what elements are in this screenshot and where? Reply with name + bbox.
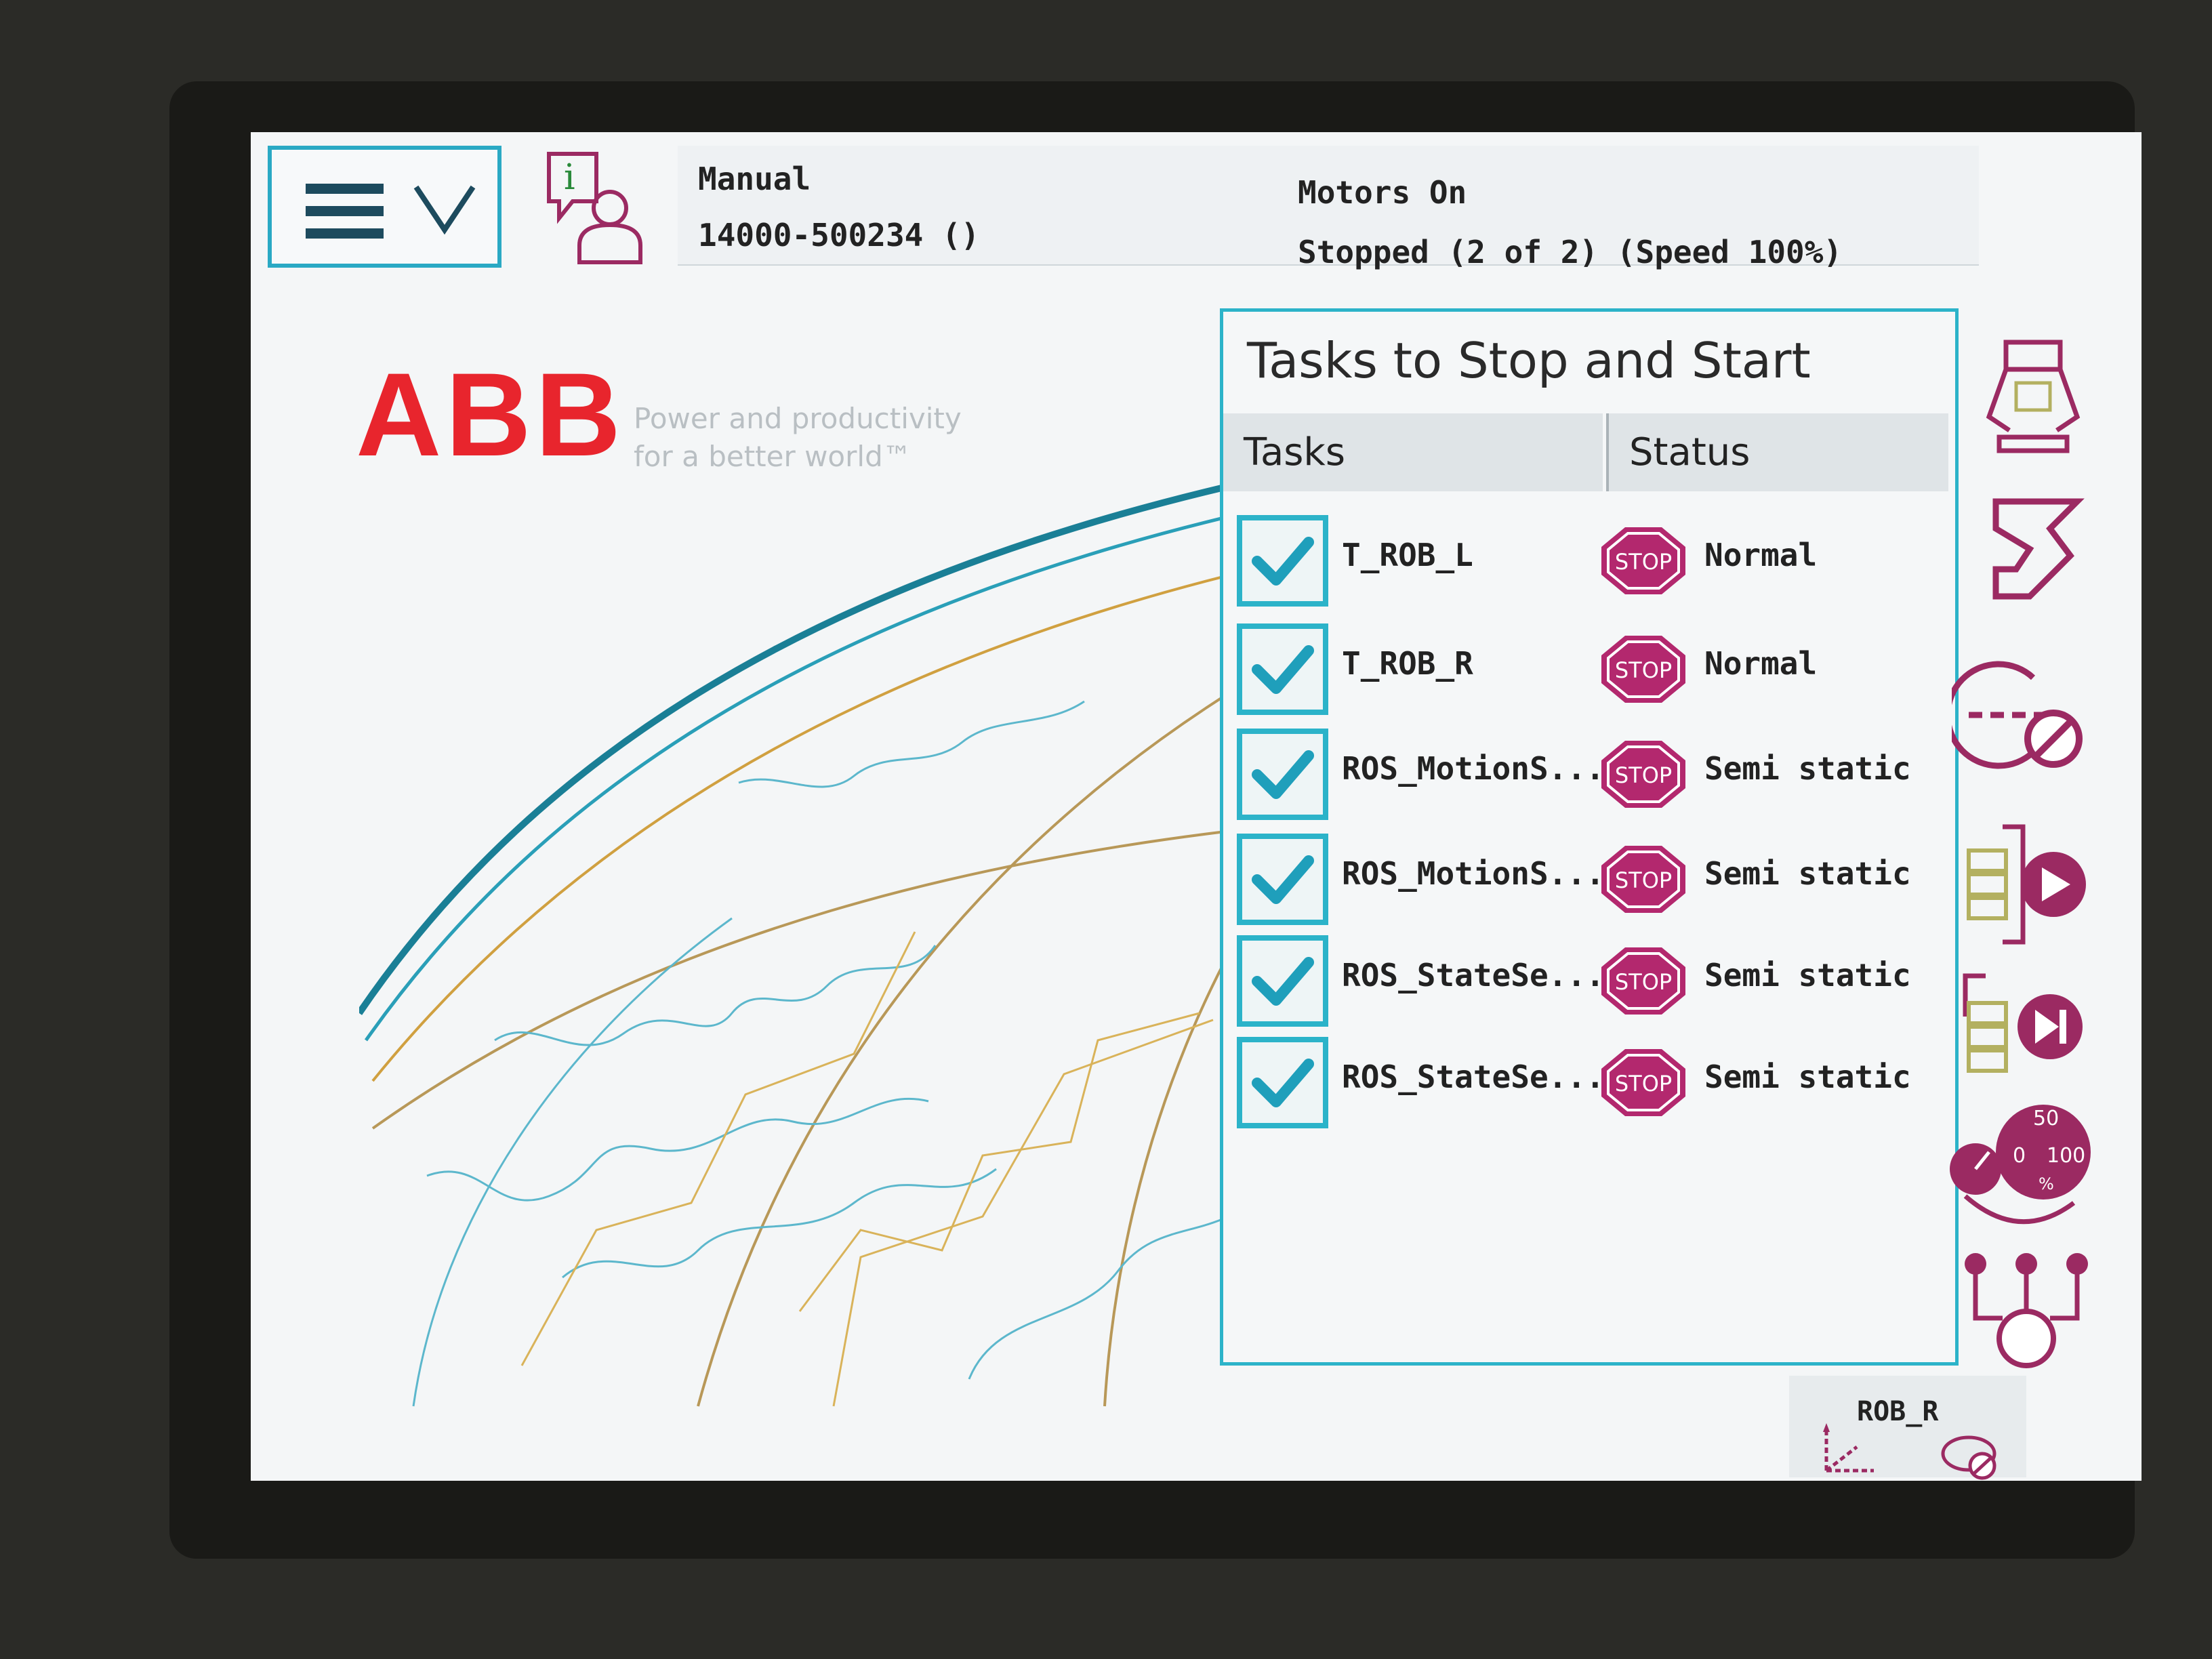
chevron-down-icon <box>413 185 476 235</box>
task-row[interactable]: T_ROB_R STOP Normal <box>1237 623 1942 715</box>
stop-icon[interactable]: STOP <box>1599 844 1687 915</box>
task-status: Semi static <box>1704 1059 1911 1095</box>
task-row[interactable]: ROS_MotionS... STOP Semi static <box>1237 834 1942 925</box>
checkmark-icon <box>1252 1059 1314 1107</box>
task-name: T_ROB_R <box>1342 645 1473 682</box>
task-status: Normal <box>1704 537 1818 573</box>
status-bar[interactable]: Manual 14000-500234 () Motors On Stopped… <box>678 146 1979 270</box>
run-button[interactable] <box>1955 817 2091 952</box>
task-checkbox[interactable] <box>1237 623 1328 715</box>
svg-text:%: % <box>2039 1174 2054 1193</box>
task-row[interactable]: ROS_StateSe... STOP Semi static <box>1237 1037 1942 1128</box>
svg-text:100: 100 <box>2047 1144 2085 1168</box>
svg-text:STOP: STOP <box>1615 1071 1672 1097</box>
task-checkbox[interactable] <box>1237 729 1328 820</box>
task-checkbox[interactable] <box>1237 515 1328 607</box>
motors-state: Motors On <box>1298 174 1467 211</box>
task-name: T_ROB_L <box>1342 537 1473 573</box>
stop-icon[interactable]: STOP <box>1599 945 1687 1017</box>
task-status: Normal <box>1704 645 1818 682</box>
checkmark-icon <box>1252 750 1314 799</box>
task-status: Semi static <box>1704 855 1911 892</box>
run-mode-button[interactable] <box>1952 661 2087 790</box>
svg-text:STOP: STOP <box>1615 867 1672 893</box>
task-name: ROS_StateSe... <box>1342 1059 1605 1095</box>
svg-text:STOP: STOP <box>1615 657 1672 683</box>
column-header-tasks[interactable]: Tasks <box>1223 413 1603 491</box>
dialog-title: Tasks to Stop and Start <box>1247 332 1811 389</box>
task-name: ROS_MotionS... <box>1342 750 1605 787</box>
task-status: Semi static <box>1704 750 1911 787</box>
stop-icon[interactable]: STOP <box>1599 525 1687 596</box>
task-row[interactable]: ROS_StateSe... STOP Semi static <box>1237 935 1942 1027</box>
task-row[interactable]: ROS_MotionS... STOP Semi static <box>1237 729 1942 820</box>
svg-text:i: i <box>564 157 575 198</box>
task-name: ROS_MotionS... <box>1342 855 1605 892</box>
main-menu-button[interactable] <box>268 146 501 268</box>
hold-to-run-icon <box>1941 1435 1996 1480</box>
increment-button[interactable] <box>1982 488 2091 603</box>
tasks-dialog: Tasks to Stop and Start Tasks Status T_R… <box>1220 308 1959 1366</box>
checkmark-icon <box>1252 645 1314 694</box>
checkmark-icon <box>1252 855 1314 904</box>
task-checkbox[interactable] <box>1237 935 1328 1027</box>
task-status: Semi static <box>1704 957 1911 994</box>
stop-icon[interactable]: STOP <box>1599 739 1687 810</box>
svg-text:50: 50 <box>2033 1107 2059 1130</box>
task-row[interactable]: T_ROB_L STOP Normal <box>1237 515 1942 607</box>
event-log-icon[interactable]: i <box>542 147 651 266</box>
speed-button[interactable]: 0 50 100 % <box>1945 1094 2094 1230</box>
operating-mode: Manual <box>698 161 811 197</box>
tasks-button[interactable] <box>1959 1244 2094 1372</box>
svg-text:STOP: STOP <box>1615 969 1672 995</box>
hamburger-icon <box>306 184 384 239</box>
checkmark-icon <box>1252 957 1314 1006</box>
column-header-status[interactable]: Status <box>1606 413 1948 491</box>
stop-icon[interactable]: STOP <box>1599 634 1687 705</box>
program-state: Stopped (2 of 2) (Speed 100%) <box>1298 234 1843 270</box>
task-checkbox[interactable] <box>1237 1037 1328 1128</box>
mechanical-unit-button[interactable] <box>1979 335 2087 457</box>
coordinate-system-icon <box>1823 1423 1874 1473</box>
step-button[interactable] <box>1948 966 2084 1094</box>
svg-text:STOP: STOP <box>1615 762 1672 788</box>
svg-text:STOP: STOP <box>1615 549 1672 575</box>
stop-icon[interactable]: STOP <box>1599 1047 1687 1118</box>
flexpendant-screen: i Manual 14000-500234 () Motors On Stopp… <box>251 132 2142 1481</box>
task-checkbox[interactable] <box>1237 834 1328 925</box>
task-name: ROS_StateSe... <box>1342 957 1605 994</box>
checkmark-icon <box>1252 537 1314 586</box>
system-id: 14000-500234 () <box>698 217 980 253</box>
svg-text:0: 0 <box>2013 1144 2026 1168</box>
